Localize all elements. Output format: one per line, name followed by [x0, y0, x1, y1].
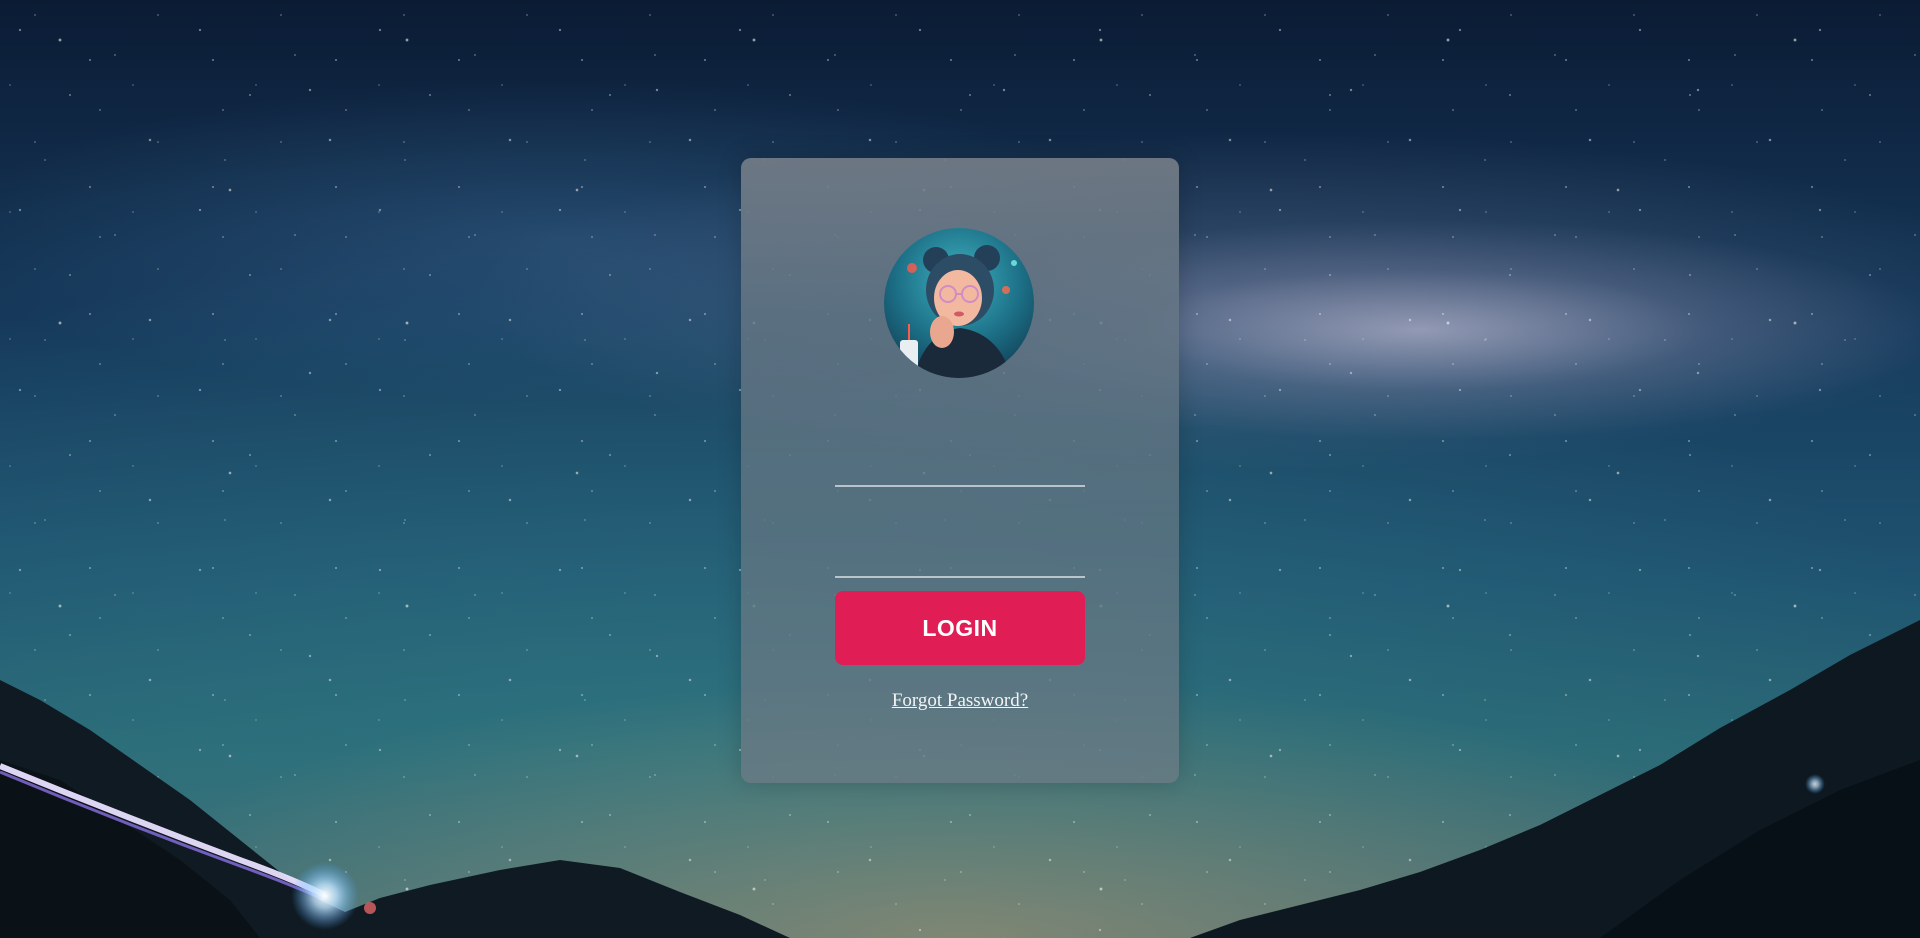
password-field[interactable] [835, 538, 1085, 578]
avatar-icon [884, 228, 1034, 378]
username-field[interactable] [835, 447, 1085, 487]
forgot-password-link[interactable]: Forgot Password? [741, 690, 1179, 712]
login-button[interactable]: LOGIN [835, 591, 1085, 665]
user-avatar [884, 228, 1034, 378]
login-card: LOGIN Forgot Password? [741, 158, 1179, 783]
